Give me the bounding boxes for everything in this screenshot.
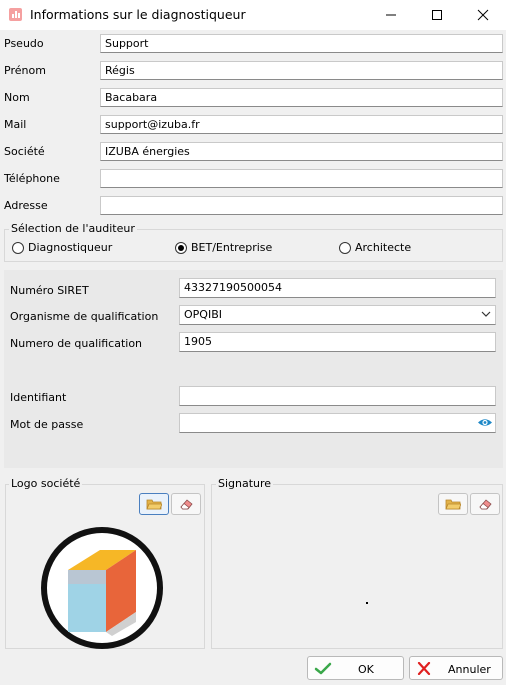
mail-field[interactable]: support@izuba.fr xyxy=(100,115,503,134)
pseudo-field[interactable]: Support xyxy=(100,34,503,53)
organisme-selected-value: OPQIBI xyxy=(184,308,222,321)
societe-field[interactable]: IZUBA énergies xyxy=(100,142,503,161)
auditeur-legend: Sélection de l'auditeur xyxy=(9,222,137,235)
radio-architecte[interactable]: Architecte xyxy=(339,241,419,255)
ok-button[interactable]: OK xyxy=(307,656,404,680)
signature-legend: Signature xyxy=(216,477,274,490)
clear-signature-button[interactable] xyxy=(470,493,500,515)
radio-label: BET/Entreprise xyxy=(191,241,273,254)
clear-logo-button[interactable] xyxy=(171,493,201,515)
minimize-button[interactable] xyxy=(368,0,414,30)
ok-label: OK xyxy=(358,663,374,676)
cancel-button[interactable]: Annuler xyxy=(409,656,503,680)
adresse-field[interactable] xyxy=(100,196,503,215)
prenom-label: Prénom xyxy=(4,64,46,77)
folder-icon xyxy=(146,499,162,510)
nom-field[interactable]: Bacabara xyxy=(100,88,503,107)
radio-label: Architecte xyxy=(355,241,412,254)
password-label: Mot de passe xyxy=(10,418,84,431)
folder-icon xyxy=(445,499,461,510)
nom-label: Nom xyxy=(4,91,30,104)
cancel-label: Annuler xyxy=(448,663,491,676)
minimize-icon xyxy=(386,14,396,16)
radio-indicator-selected[interactable] xyxy=(175,242,187,254)
organisme-label: Organisme de qualification xyxy=(10,310,159,323)
telephone-label: Téléphone xyxy=(4,172,60,185)
signature-mark xyxy=(366,602,368,604)
prenom-field[interactable]: Régis xyxy=(100,61,503,80)
cross-icon xyxy=(417,662,431,675)
chevron-down-icon xyxy=(481,311,491,317)
password-field[interactable] xyxy=(179,413,496,433)
company-logo-image xyxy=(41,527,163,649)
close-icon xyxy=(477,9,489,21)
identifiant-field[interactable] xyxy=(179,386,496,406)
identifiant-label: Identifiant xyxy=(10,391,67,404)
radio-indicator[interactable] xyxy=(339,242,351,254)
maximize-icon xyxy=(432,10,442,20)
radio-label: Diagnostiqueur xyxy=(28,241,113,254)
app-icon xyxy=(9,8,22,21)
mail-label: Mail xyxy=(4,118,27,131)
logo-legend: Logo société xyxy=(9,477,83,490)
pseudo-label: Pseudo xyxy=(4,37,44,50)
professional-panel xyxy=(4,270,503,468)
eraser-icon xyxy=(180,499,193,510)
siret-field[interactable]: 43327190500054 xyxy=(179,278,496,298)
open-logo-button[interactable] xyxy=(139,493,169,515)
numero-field[interactable]: 1905 xyxy=(179,332,496,352)
eye-icon[interactable] xyxy=(477,417,493,428)
open-signature-button[interactable] xyxy=(438,493,468,515)
organisme-select[interactable]: OPQIBI xyxy=(179,305,496,325)
telephone-field[interactable] xyxy=(100,169,503,188)
siret-label: Numéro SIRET xyxy=(10,284,89,297)
close-button[interactable] xyxy=(460,0,506,30)
radio-indicator[interactable] xyxy=(12,242,24,254)
eraser-icon xyxy=(479,499,492,510)
maximize-button[interactable] xyxy=(414,0,460,30)
radio-diagnostiqueur[interactable]: Diagnostiqueur xyxy=(12,241,112,255)
window-title: Informations sur le diagnostiqueur xyxy=(30,7,246,22)
societe-label: Société xyxy=(4,145,45,158)
radio-bet-entreprise[interactable]: BET/Entreprise xyxy=(175,241,285,255)
checkmark-icon xyxy=(314,662,332,675)
adresse-label: Adresse xyxy=(4,199,48,212)
numero-label: Numero de qualification xyxy=(10,337,143,350)
